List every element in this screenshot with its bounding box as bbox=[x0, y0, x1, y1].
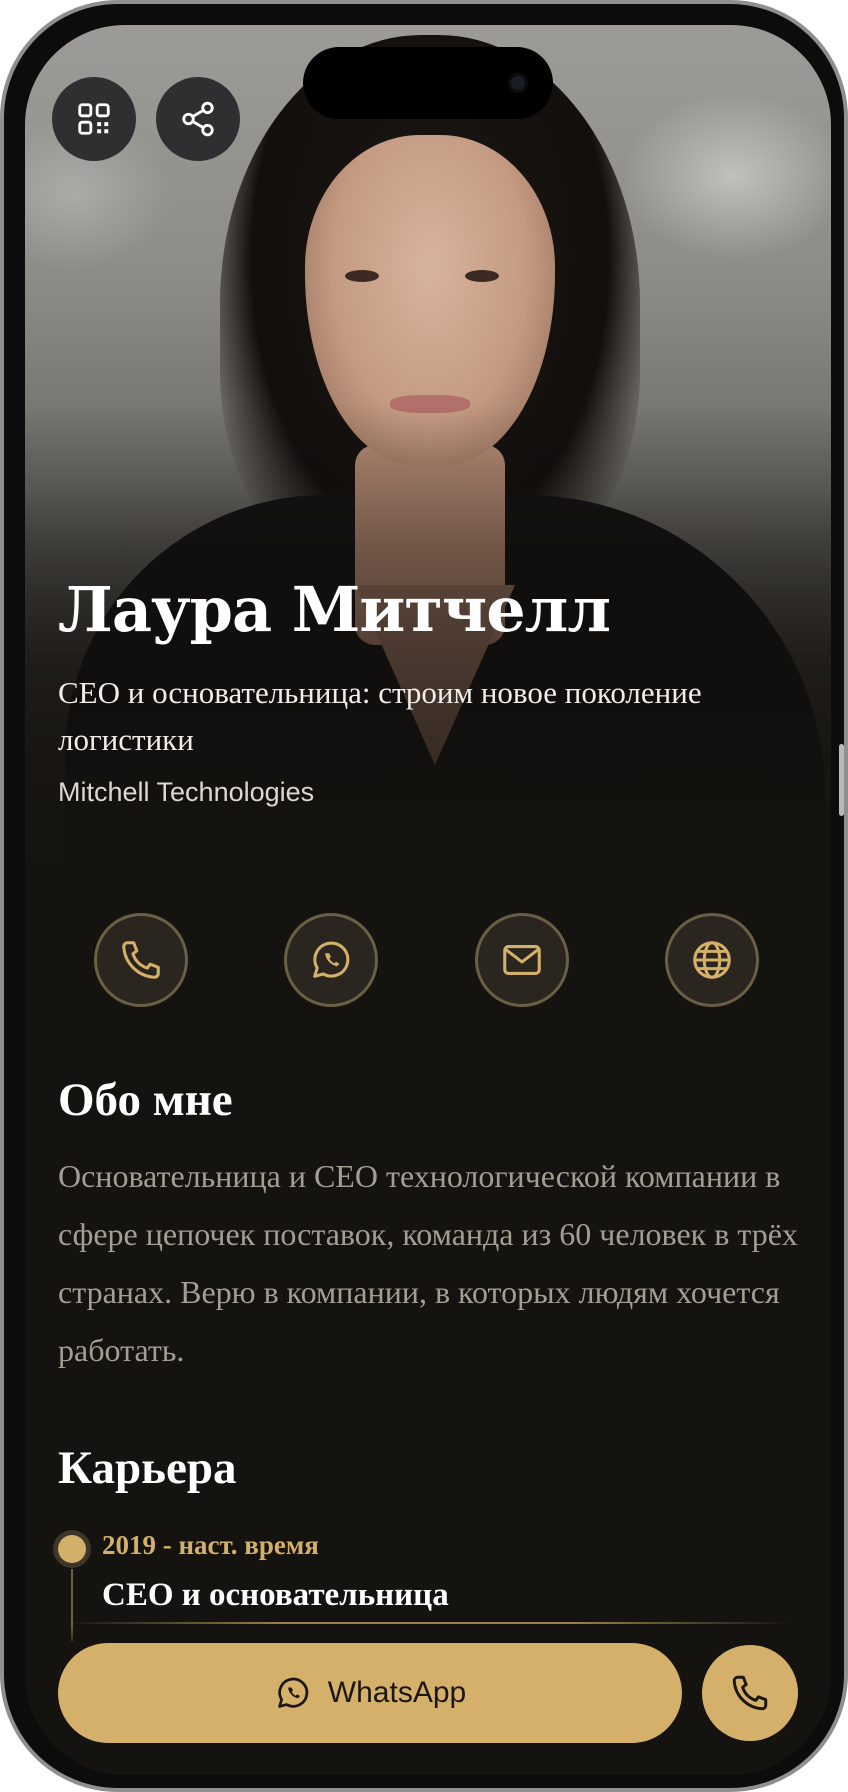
call-button[interactable] bbox=[702, 1645, 798, 1741]
career-period: 2019 - наст. время bbox=[102, 1530, 319, 1560]
side-button bbox=[839, 744, 844, 816]
timeline-dot bbox=[58, 1535, 86, 1563]
whatsapp-button-label: WhatsApp bbox=[327, 1676, 467, 1709]
camera-icon bbox=[508, 73, 528, 93]
career-title: Карьера bbox=[58, 1442, 237, 1494]
phone-icon bbox=[122, 941, 160, 979]
email-contact-button[interactable] bbox=[475, 913, 569, 1007]
career-role: CEO и основательница bbox=[102, 1577, 449, 1613]
dynamic-island bbox=[303, 47, 553, 119]
share-icon bbox=[182, 101, 214, 137]
divider bbox=[65, 1622, 791, 1624]
mail-icon bbox=[503, 945, 541, 975]
profile-company: Mitchell Technologies bbox=[58, 777, 315, 807]
about-title: Обо мне bbox=[58, 1074, 233, 1126]
phone-icon bbox=[732, 1675, 768, 1711]
qr-code-button[interactable] bbox=[52, 77, 136, 161]
whatsapp-icon bbox=[313, 941, 350, 978]
whatsapp-button[interactable]: WhatsApp bbox=[58, 1643, 682, 1743]
profile-name: Лаура Митчелл bbox=[58, 573, 611, 646]
screen: Лаура Митчелл CEO и основательница: стро… bbox=[25, 25, 831, 1775]
website-contact-button[interactable] bbox=[665, 913, 759, 1007]
call-contact-button[interactable] bbox=[94, 913, 188, 1007]
qr-code-icon bbox=[78, 103, 110, 135]
whatsapp-contact-button[interactable] bbox=[284, 913, 378, 1007]
share-button[interactable] bbox=[156, 77, 240, 161]
globe-icon bbox=[693, 941, 731, 979]
contact-actions bbox=[25, 913, 831, 1011]
about-text: Основательница и CEO технологической ком… bbox=[58, 1158, 798, 1368]
phone-frame: Лаура Митчелл CEO и основательница: стро… bbox=[0, 0, 848, 1792]
whatsapp-icon bbox=[277, 1677, 308, 1708]
profile-headline: CEO и основательница: строим новое покол… bbox=[58, 675, 702, 757]
